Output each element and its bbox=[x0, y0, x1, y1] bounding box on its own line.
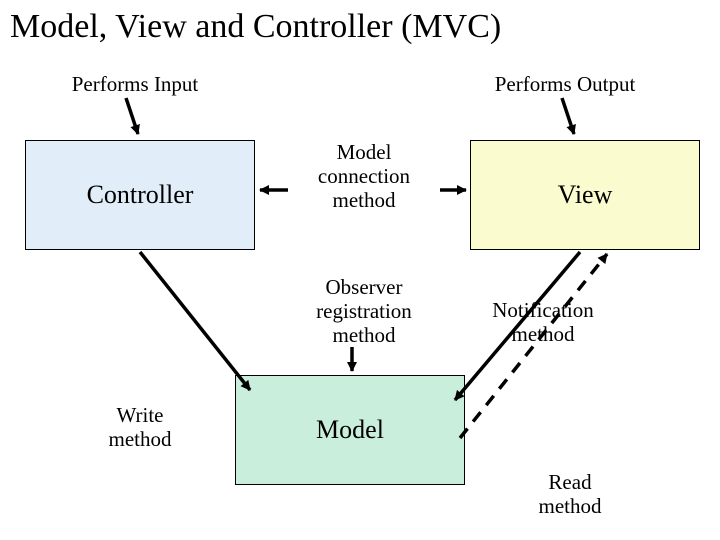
controller-box-label: Controller bbox=[87, 180, 194, 210]
model-box-label: Model bbox=[316, 415, 384, 445]
model-connection-method-label: Model connection method bbox=[284, 140, 444, 212]
write-method-label: Write method bbox=[90, 403, 190, 451]
performs-output-label: Performs Output bbox=[480, 72, 650, 97]
model-box: Model bbox=[235, 375, 465, 485]
arrow-write-controller-to-model bbox=[140, 252, 250, 390]
performs-input-label: Performs Input bbox=[60, 72, 210, 97]
notification-method-label: Notification method bbox=[468, 298, 618, 346]
view-box-label: View bbox=[558, 180, 613, 210]
view-box: View bbox=[470, 140, 700, 250]
page-title: Model, View and Controller (MVC) bbox=[10, 8, 501, 46]
controller-box: Controller bbox=[25, 140, 255, 250]
arrow-input-to-controller bbox=[126, 98, 138, 134]
observer-registration-method-label: Observer registration method bbox=[284, 275, 444, 347]
read-method-label: Read method bbox=[520, 470, 620, 518]
arrow-output-to-view bbox=[562, 98, 574, 134]
